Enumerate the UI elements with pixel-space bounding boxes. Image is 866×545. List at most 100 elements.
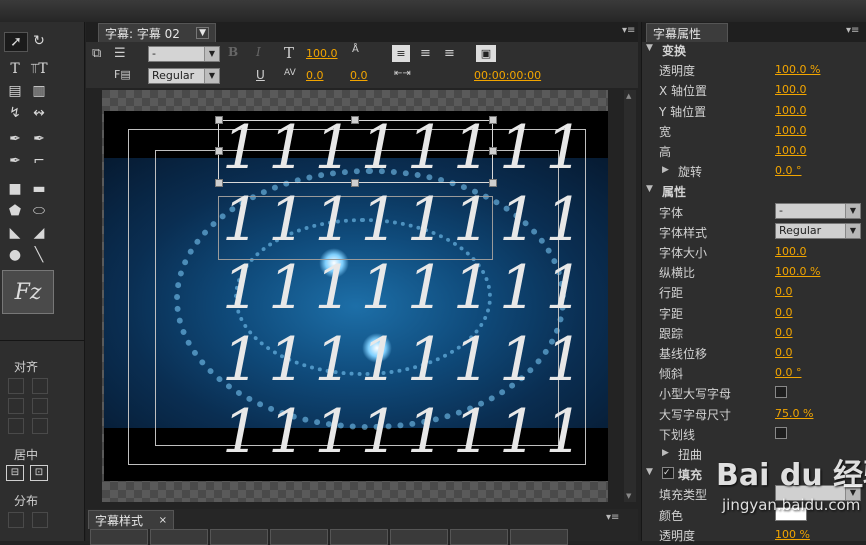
property-value[interactable]: 0.0 ° — [775, 366, 802, 379]
property-value[interactable]: 100.0 — [775, 144, 807, 157]
property-row: 倾斜 0.0 ° — [642, 362, 866, 382]
property-value[interactable]: 100.0 — [775, 83, 807, 96]
vertical-path-type-tool-icon[interactable]: ↭ — [28, 104, 50, 122]
wedge-tool-icon[interactable]: ◣ — [4, 224, 26, 242]
property-row: 字体大小 100.0 — [642, 241, 866, 261]
tab-title-styles[interactable]: 字幕样式 × — [88, 510, 174, 529]
align-right-icon[interactable] — [8, 418, 24, 434]
title-text-row[interactable]: 11111111 — [222, 190, 591, 250]
align-left-icon[interactable] — [8, 378, 24, 394]
style-swatch[interactable] — [210, 529, 268, 545]
font-family-dropdown[interactable]: - ▼ — [148, 46, 220, 62]
timecode-value[interactable]: 00:00:00:00 — [474, 69, 541, 82]
bold-icon[interactable]: B — [228, 45, 238, 59]
distribute-label: 分布 — [14, 494, 39, 508]
rotation-tool-icon[interactable]: ↻ — [28, 32, 50, 50]
center-vertical-icon[interactable]: ⊡ — [30, 465, 48, 481]
property-value[interactable]: 0.0 — [775, 306, 793, 319]
add-anchor-tool-icon[interactable]: ✒ — [4, 152, 26, 170]
property-value[interactable]: 0.0 — [775, 326, 793, 339]
style-swatch[interactable] — [270, 529, 328, 545]
align-center-text-icon[interactable]: ≡ — [420, 46, 431, 61]
property-dropdown[interactable]: - ▼ — [775, 202, 861, 219]
path-type-tool-icon[interactable]: ↯ — [4, 104, 26, 122]
expand-triangle-icon[interactable]: ▼ — [646, 43, 653, 53]
delete-anchor-tool-icon[interactable]: ✒ — [28, 130, 50, 148]
style-swatch[interactable] — [450, 529, 508, 545]
arc-tool-icon[interactable]: ◢ — [28, 224, 50, 242]
align-hcenter-icon[interactable] — [32, 398, 48, 414]
property-value[interactable]: 0.0 — [775, 346, 793, 359]
property-section-label: 属性 — [662, 185, 687, 200]
show-video-icon[interactable]: ▣ — [476, 45, 496, 62]
center-horizontal-icon[interactable]: ⊟ — [6, 465, 24, 481]
style-swatch[interactable] — [150, 529, 208, 545]
rounded-corner-tool-icon[interactable]: ⬭ — [28, 202, 50, 220]
property-checkbox[interactable] — [775, 426, 787, 439]
property-value[interactable]: 100.0 — [775, 124, 807, 137]
align-right-text-icon[interactable]: ≡ — [444, 46, 455, 61]
style-swatch[interactable] — [510, 529, 568, 545]
expand-triangle-icon[interactable]: ▶ — [662, 165, 669, 175]
panel-menu-icon[interactable]: ▾≡ — [606, 512, 619, 523]
property-value[interactable]: 0.0 ° — [775, 164, 802, 177]
canvas-scrollbar[interactable]: ▲ ▼ — [624, 90, 636, 502]
property-row: X 轴位置 100.0 — [642, 79, 866, 99]
area-type-tool-icon[interactable]: ▤ — [4, 82, 26, 100]
font-size-value[interactable]: 100.0 — [306, 47, 338, 60]
title-text-row[interactable]: 11111111 — [222, 258, 591, 318]
ellipse-tool-icon[interactable]: ● — [4, 246, 26, 264]
leading-value[interactable]: 0.0 — [350, 69, 368, 82]
align-vcenter-icon[interactable] — [32, 378, 48, 394]
property-row: ▼ 变换 — [642, 39, 866, 59]
property-label: Y 轴位置 — [659, 104, 707, 119]
property-value[interactable]: 75.0 % — [775, 407, 813, 420]
expand-triangle-icon[interactable]: ▼ — [646, 184, 653, 194]
property-value[interactable]: 100.0 — [775, 104, 807, 117]
roll-crawl-options-icon[interactable]: ☰ — [114, 46, 126, 61]
rounded-rectangle-tool-icon[interactable]: ▬ — [28, 180, 50, 198]
browse-fonts-icon[interactable]: F▤ — [114, 68, 131, 81]
property-value[interactable]: 100.0 — [775, 245, 807, 258]
clipped-corner-tool-icon[interactable]: ⬟ — [4, 202, 26, 220]
style-swatch[interactable] — [390, 529, 448, 545]
chevron-down-icon[interactable]: ▼ — [196, 27, 209, 39]
close-icon[interactable]: × — [159, 515, 167, 526]
distribute-left-icon[interactable] — [8, 512, 24, 528]
title-based-on-current-icon[interactable]: ⧉ — [92, 46, 101, 61]
kerning-value[interactable]: 0.0 — [306, 69, 324, 82]
title-text-row[interactable]: 11111111 — [222, 330, 591, 390]
pen-tool-icon[interactable]: ✒ — [4, 130, 26, 148]
scroll-down-icon[interactable]: ▼ — [626, 492, 634, 500]
align-left-text-icon[interactable]: ≡ — [392, 45, 410, 62]
vertical-type-tool-icon[interactable]: ⫪T — [28, 60, 50, 78]
font-style-dropdown[interactable]: Regular ▼ — [148, 68, 220, 84]
selection-tool-icon[interactable]: ➚ — [4, 32, 28, 52]
tab-title-02[interactable]: 字幕: 字幕 02 ▼ — [98, 23, 216, 42]
property-value[interactable]: 100.0 % — [775, 265, 820, 278]
style-swatch[interactable] — [90, 529, 148, 545]
style-swatch[interactable] — [330, 529, 388, 545]
vertical-area-type-tool-icon[interactable]: ▥ — [28, 82, 50, 100]
italic-icon[interactable]: I — [256, 45, 261, 59]
tab-stops-icon[interactable]: ⇤⇥ — [394, 68, 411, 79]
line-tool-icon[interactable]: ╲ — [28, 246, 50, 264]
property-row: 小型大写字母 — [642, 382, 866, 402]
property-dropdown[interactable]: Regular ▼ — [775, 222, 861, 239]
panel-menu-icon[interactable]: ▾≡ — [622, 25, 635, 36]
rectangle-tool-icon[interactable]: ■ — [4, 180, 26, 198]
property-value[interactable]: 0.0 — [775, 285, 793, 298]
title-text-row[interactable]: 11111111 — [222, 402, 591, 462]
type-tool-icon[interactable]: T — [4, 60, 26, 78]
scroll-up-icon[interactable]: ▲ — [626, 92, 634, 100]
title-text-row[interactable]: 11111111 — [222, 118, 591, 178]
align-top-icon[interactable] — [8, 398, 24, 414]
distribute-center-icon[interactable] — [32, 512, 48, 528]
underline-icon[interactable]: U — [256, 68, 265, 82]
panel-menu-icon[interactable]: ▾≡ — [846, 25, 859, 36]
expand-triangle-icon[interactable]: ▼ — [646, 467, 653, 477]
property-checkbox[interactable] — [775, 386, 787, 399]
align-bottom-icon[interactable] — [32, 418, 48, 434]
property-value[interactable]: 100.0 % — [775, 63, 820, 76]
convert-anchor-tool-icon[interactable]: ⌐ — [28, 152, 50, 170]
